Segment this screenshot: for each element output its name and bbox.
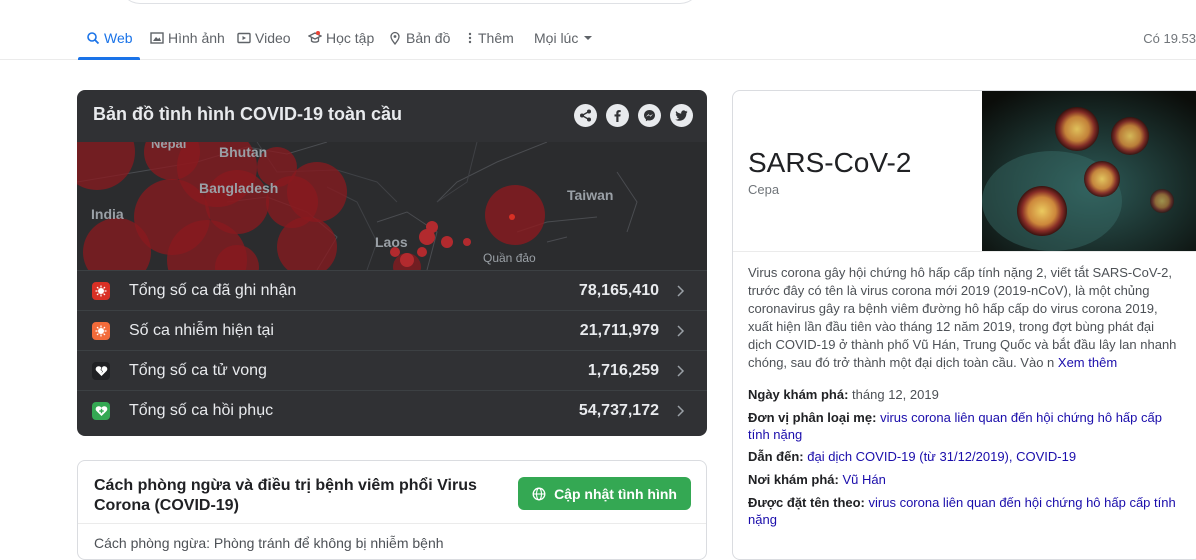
tab-maps[interactable]: Bản đồ <box>388 30 450 46</box>
tab-images[interactable]: Hình ảnh <box>150 30 225 46</box>
graduation-cap-icon <box>308 31 322 43</box>
tab-more[interactable]: Thêm <box>466 30 514 46</box>
divider <box>733 251 1196 252</box>
map-label-bangladesh: Bangladesh <box>199 180 279 196</box>
result-count: Có 19.53 <box>1143 31 1196 46</box>
virus-image <box>982 91 1196 251</box>
stat-row-recovered[interactable]: Tổng số ca hồi phục 54,737,172 <box>77 390 707 430</box>
map-label-laos: Laos <box>375 234 408 250</box>
stat-row-deaths[interactable]: Tổng số ca tử vong 1,716,259 <box>77 350 707 390</box>
share-button[interactable] <box>574 104 597 127</box>
stat-value: 1,716,259 <box>587 361 659 379</box>
twitter-share-button[interactable] <box>670 104 693 127</box>
knowledge-panel: SARS-CoV-2 Cepa Virus corona gây hội chứ… <box>732 90 1196 560</box>
chevron-right-icon <box>677 365 685 377</box>
stat-label: Tổng số ca hồi phục <box>129 401 274 419</box>
stat-value: 78,165,410 <box>578 281 659 299</box>
kp-title: SARS-CoV-2 <box>748 147 912 178</box>
stat-label: Số ca nhiễm hiện tại <box>129 321 274 339</box>
messenger-icon <box>644 110 655 122</box>
prevention-card: Cách phòng ngừa và điều trị bệnh viêm ph… <box>77 460 707 560</box>
active-tab-indicator <box>78 57 140 60</box>
fact-label: Ngày khám phá: <box>748 387 849 402</box>
fact-label: Được đặt tên theo: <box>748 495 865 510</box>
stat-row-active-cases[interactable]: Số ca nhiễm hiện tại 21,711,979 <box>77 310 707 350</box>
broken-heart-icon <box>92 362 110 380</box>
tab-video[interactable]: Video <box>237 30 291 46</box>
more-vertical-icon <box>468 32 472 44</box>
kp-fact-leads-to: Dẫn đến: đại dịch COVID-19 (từ 31/12/201… <box>748 448 1178 465</box>
chevron-right-icon <box>677 325 685 337</box>
video-icon <box>237 32 251 44</box>
chevron-right-icon <box>677 405 685 417</box>
kp-fact-named-after: Được đặt tên theo: virus corona liên qua… <box>748 494 1178 528</box>
share-buttons <box>574 104 693 127</box>
virus-icon <box>92 282 110 300</box>
tab-learning[interactable]: Học tập <box>308 30 374 46</box>
covid-map-card: Bản đồ tình hình COVID-19 toàn cầu Nepal… <box>77 90 707 436</box>
kp-fact-discovery-date: Ngày khám phá: tháng 12, 2019 <box>748 386 1178 403</box>
share-icon <box>580 109 591 122</box>
stat-row-total-cases[interactable]: Tổng số ca đã ghi nhận 78,165,410 <box>77 270 707 310</box>
map-label-islands: Quần đảo <box>483 251 536 265</box>
chevron-right-icon <box>677 285 685 297</box>
update-status-label: Cập nhật tình hình <box>554 485 677 502</box>
stat-value: 54,737,172 <box>578 401 659 419</box>
update-status-button[interactable]: Cập nhật tình hình <box>518 477 691 510</box>
tab-label: Mọi lúc <box>534 30 579 46</box>
map-label-india: India <box>91 206 124 222</box>
kp-fact-parent-taxon: Đơn vị phân loại mẹ: virus corona liên q… <box>748 409 1178 443</box>
tab-web[interactable]: Web <box>86 30 133 46</box>
fact-label: Nơi khám phá: <box>748 472 839 487</box>
image-icon <box>150 32 164 44</box>
tab-label: Thêm <box>478 30 514 46</box>
see-more-link[interactable]: Xem thêm <box>1058 355 1117 370</box>
stat-label: Tổng số ca tử vong <box>129 361 267 379</box>
covid-card-title: Bản đồ tình hình COVID-19 toàn cầu <box>93 104 403 124</box>
kp-subtitle: Cepa <box>748 182 780 197</box>
divider <box>78 523 706 524</box>
fact-link[interactable]: Vũ Hán <box>843 472 886 487</box>
facebook-icon <box>614 110 621 122</box>
heart-plus-icon <box>92 402 110 420</box>
virus-icon <box>92 322 110 340</box>
search-tabs: Web Hình ảnh Video Học tập Bản đồ Thêm M… <box>0 0 1196 60</box>
fact-link[interactable]: đại dịch COVID-19 (từ 31/12/2019), COVID… <box>807 449 1076 464</box>
tab-label: Web <box>104 30 133 46</box>
map-pin-icon <box>390 31 400 45</box>
facebook-share-button[interactable] <box>606 104 629 127</box>
tab-label: Học tập <box>326 30 375 46</box>
prevention-title: Cách phòng ngừa và điều trị bệnh viêm ph… <box>94 477 477 514</box>
tab-label: Bản đồ <box>406 30 451 46</box>
covid-map[interactable]: Nepal Bhutan Bangladesh India Laos Taiwa… <box>77 142 707 270</box>
fact-label: Đơn vị phân loại mẹ: <box>748 410 877 425</box>
map-label-bhutan: Bhutan <box>219 144 268 160</box>
messenger-share-button[interactable] <box>638 104 661 127</box>
prevention-snippet: Cách phòng ngừa: Phòng tránh để không bị… <box>94 535 444 551</box>
search-icon <box>87 32 100 45</box>
kp-description: Virus corona gây hội chứng hô hấp cấp tí… <box>748 264 1178 372</box>
tab-any-time[interactable]: Mọi lúc <box>534 30 594 46</box>
twitter-icon <box>675 110 688 121</box>
caret-down-icon <box>584 36 593 40</box>
stat-label: Tổng số ca đã ghi nhận <box>129 281 297 299</box>
map-label-nepal: Nepal <box>151 142 187 151</box>
tab-label: Hình ảnh <box>168 30 225 46</box>
map-label-taiwan: Taiwan <box>567 187 614 203</box>
covid-stats: Tổng số ca đã ghi nhận 78,165,410 Số ca … <box>77 270 707 430</box>
kp-virus-image[interactable] <box>982 91 1196 251</box>
globe-icon <box>532 487 546 500</box>
map-graphic <box>77 142 638 270</box>
stat-value: 21,711,979 <box>579 321 659 339</box>
fact-label: Dẫn đến: <box>748 449 804 464</box>
kp-fact-discovery-place: Nơi khám phá: Vũ Hán <box>748 471 1178 488</box>
fact-value: tháng 12, 2019 <box>852 387 939 402</box>
tab-label: Video <box>255 30 291 46</box>
